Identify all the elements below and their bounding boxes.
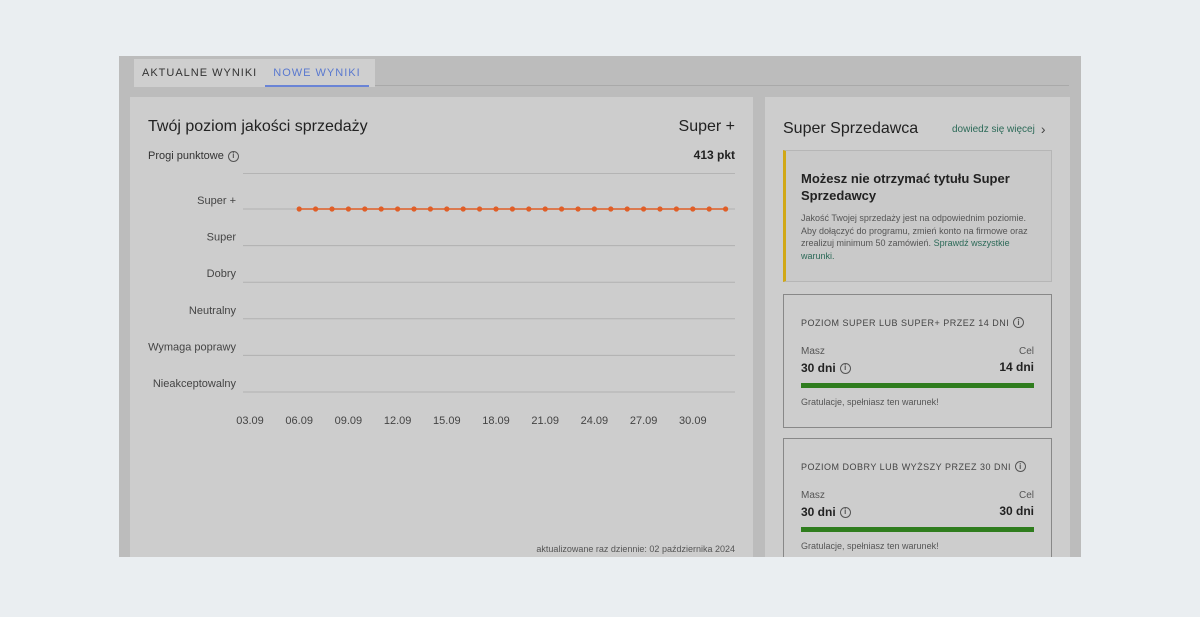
warning-box: Możesz nie otrzymać tytułu Super Sprzeda…: [783, 150, 1052, 282]
quality-chart-panel: Twój poziom jakości sprzedaży Super + Pr…: [130, 97, 753, 557]
y-axis-label: Dobry: [207, 268, 237, 280]
goal-value: 30 dni: [999, 504, 1034, 518]
data-point: [608, 206, 614, 212]
info-icon[interactable]: i: [1015, 461, 1027, 472]
chart-grid: [243, 208, 735, 393]
condition-card: POZIOM DOBRY LUB WYŻSZY PRZEZ 30 DNI i M…: [783, 438, 1052, 557]
data-point: [657, 206, 663, 212]
y-axis-label: Super: [207, 232, 237, 244]
condition-progress-fill: [801, 527, 1034, 532]
x-axis-tick-label: 06.09: [285, 415, 313, 427]
x-axis-tick-label: 21.09: [531, 415, 559, 427]
super-seller-title: Super Sprzedawca: [783, 120, 919, 137]
warning-title: Możesz nie otrzymać tytułu Super Sprzeda…: [801, 171, 1010, 203]
chevron-right-icon: ›: [1040, 121, 1046, 137]
data-point: [477, 206, 483, 212]
x-axis-labels: 03.09 06.09 09.09 12.09 15.09 18.09 21.09 24.09…: [236, 415, 706, 427]
data-point: [362, 206, 368, 212]
info-icon[interactable]: i: [839, 362, 851, 374]
have-value: 30 dni: [801, 505, 836, 519]
data-point: [591, 206, 597, 212]
condition-message: Gratulacje, spełniasz ten warunek!: [801, 541, 939, 551]
y-axis-labels: Super + Super Dobry Neutralny Wymaga poprawy…: [148, 195, 236, 390]
info-icon[interactable]: i: [1013, 317, 1025, 328]
x-axis-tick-label: 03.09: [236, 415, 264, 427]
y-axis-label: Super +: [197, 195, 236, 207]
y-axis-label: Wymaga poprawy: [148, 341, 236, 353]
data-point: [427, 206, 433, 212]
y-axis-label: Nieakceptowalny: [153, 378, 237, 390]
data-point: [460, 206, 466, 212]
condition-progress-fill: [801, 383, 1034, 388]
quality-line-chart: Super + Super Dobry Neutralny Wymaga poprawy…: [148, 195, 735, 427]
data-point: [706, 206, 712, 212]
have-label: Masz: [801, 346, 825, 357]
data-point: [641, 206, 647, 212]
update-note: aktualizowane raz dziennie: 02 październ…: [536, 544, 735, 554]
condition-card: POZIOM SUPER LUB SUPER+ PRZEZ 14 DNI i M…: [783, 294, 1052, 428]
data-point: [313, 206, 319, 212]
tab-divider: [375, 85, 1069, 86]
data-point: [345, 206, 351, 212]
super-seller-panel: Super Sprzedawca dowiedz się więcej › Mo…: [765, 97, 1070, 557]
chart-series: [296, 206, 729, 212]
data-point: [723, 206, 729, 212]
data-point: [673, 206, 680, 212]
condition-progress-bar: [801, 527, 1034, 532]
goal-label: Cel: [1018, 490, 1034, 501]
condition-title-row: POZIOM DOBRY LUB WYŻSZY PRZEZ 30 DNI i: [801, 461, 1027, 472]
condition-progress-bar: [801, 383, 1034, 388]
condition-title: POZIOM DOBRY LUB WYŻSZY PRZEZ 30 DNI: [801, 461, 1012, 472]
data-point: [395, 206, 401, 212]
have-value-row: 30 dni i: [801, 361, 851, 375]
x-axis-tick-label: 12.09: [384, 415, 412, 427]
have-value: 30 dni: [801, 361, 836, 375]
condition-title: POZIOM SUPER LUB SUPER+ PRZEZ 14 DNI: [801, 317, 1010, 328]
data-point: [329, 206, 335, 212]
data-point: [296, 206, 302, 212]
data-point: [378, 206, 384, 212]
data-point: [509, 206, 515, 212]
info-icon[interactable]: i: [839, 506, 851, 518]
app-frame: AKTUALNE WYNIKI NOWE WYNIKI Twój poziom …: [119, 56, 1081, 557]
condition-title-row: POZIOM SUPER LUB SUPER+ PRZEZ 14 DNI i: [801, 317, 1025, 328]
have-value-row: 30 dni i: [801, 505, 851, 519]
data-point: [575, 206, 581, 212]
data-point: [493, 206, 499, 212]
data-point: [690, 206, 696, 212]
data-point: [444, 206, 450, 212]
goal-label: Cel: [1018, 346, 1034, 357]
x-axis-tick-label: 18.09: [482, 415, 510, 427]
tab-current-results[interactable]: AKTUALNE WYNIKI: [134, 59, 265, 87]
data-point: [624, 206, 630, 212]
have-label: Masz: [801, 490, 825, 501]
goal-value: 14 dni: [999, 360, 1034, 374]
data-point: [542, 206, 548, 212]
results-tabs: AKTUALNE WYNIKI NOWE WYNIKI: [134, 59, 375, 87]
learn-more-label: dowiedz się więcej: [952, 123, 1035, 135]
data-point: [411, 206, 417, 212]
condition-message: Gratulacje, spełniasz ten warunek!: [801, 397, 939, 407]
x-axis-tick-label: 24.09: [581, 415, 609, 427]
y-axis-label: Neutralny: [189, 305, 237, 317]
warning-body: Jakość Twojej sprzedaży jest na odpowied…: [801, 212, 1041, 262]
x-axis-tick-label: 15.09: [433, 415, 461, 427]
tab-new-results[interactable]: NOWE WYNIKI: [265, 59, 369, 87]
x-axis-tick-label: 09.09: [335, 415, 363, 427]
learn-more-link[interactable]: dowiedz się więcej ›: [952, 121, 1046, 137]
data-point: [526, 206, 532, 212]
x-axis-tick-label: 27.09: [630, 415, 658, 427]
x-axis-tick-label: 30.09: [679, 415, 707, 427]
data-point: [559, 206, 565, 212]
